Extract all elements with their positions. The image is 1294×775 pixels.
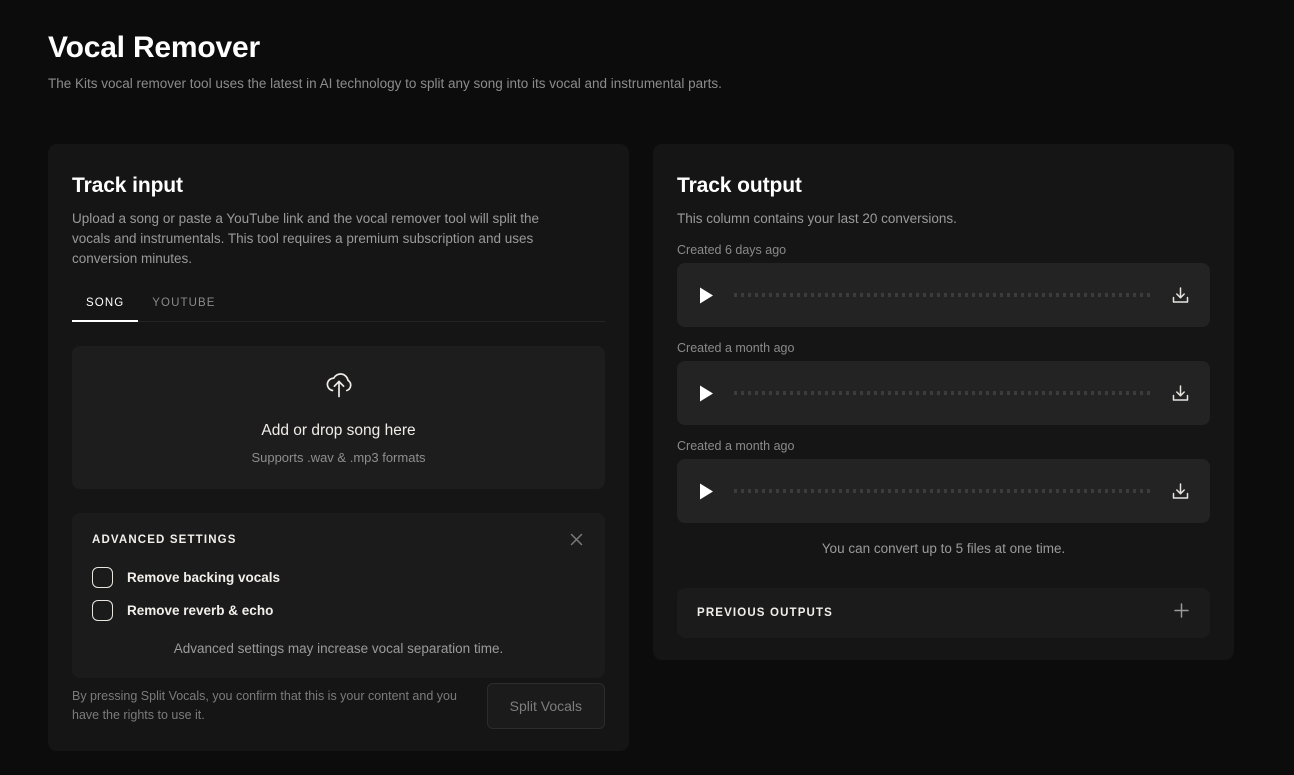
track-input-title: Track input [72, 174, 183, 197]
download-icon[interactable] [1169, 284, 1192, 307]
output-item: Created 6 days ago [677, 243, 1210, 327]
advanced-settings-title: ADVANCED SETTINGS [92, 533, 237, 546]
output-item: Created a month ago [677, 439, 1210, 523]
option-remove-reverb-echo[interactable]: Remove reverb & echo [92, 600, 585, 621]
track-output-description: This column contains your last 20 conver… [677, 211, 957, 226]
page-subtitle: The Kits vocal remover tool uses the lat… [48, 76, 722, 91]
split-vocals-button[interactable]: Split Vocals [486, 683, 605, 729]
advanced-settings-note: Advanced settings may increase vocal sep… [173, 641, 504, 656]
tab-youtube[interactable]: YOUTUBE [138, 291, 229, 322]
track-output-card: Track output This column contains your l… [653, 144, 1234, 660]
output-created-label: Created a month ago [677, 341, 795, 355]
checkbox-remove-backing-vocals[interactable] [92, 567, 113, 588]
tab-song[interactable]: SONG [72, 291, 139, 322]
play-icon[interactable] [699, 483, 714, 500]
checkbox-remove-reverb-echo[interactable] [92, 600, 113, 621]
track-input-tabs: SONG YOUTUBE [72, 291, 605, 322]
audio-player [677, 459, 1210, 523]
download-icon[interactable] [1169, 480, 1192, 503]
output-created-label: Created a month ago [677, 439, 795, 453]
audio-player [677, 361, 1210, 425]
cloud-upload-icon [322, 371, 356, 406]
page-header: Vocal Remover The Kits vocal remover too… [48, 28, 722, 94]
page-title: Vocal Remover [48, 31, 260, 64]
song-dropzone[interactable]: Add or drop song here Supports .wav & .m… [72, 346, 605, 489]
plus-icon [1173, 602, 1190, 624]
track-input-description: Upload a song or paste a YouTube link an… [72, 211, 540, 266]
output-list: Created 6 days ago Created a month ago C… [677, 243, 1210, 523]
vocal-remover-page: Vocal Remover The Kits vocal remover too… [0, 0, 1294, 775]
option-remove-backing-vocals[interactable]: Remove backing vocals [92, 567, 585, 588]
terms-text: By pressing Split Vocals, you confirm th… [72, 689, 457, 722]
track-input-footer: By pressing Split Vocals, you confirm th… [72, 683, 605, 729]
track-output-title: Track output [677, 174, 802, 197]
advanced-settings-panel: ADVANCED SETTINGS Remove backing vocals [72, 513, 605, 678]
output-item: Created a month ago [677, 341, 1210, 425]
waveform-track[interactable] [734, 489, 1153, 493]
advanced-settings-options: Remove backing vocals Remove reverb & ec… [92, 567, 585, 621]
dropzone-subtitle: Supports .wav & .mp3 formats [251, 449, 426, 465]
waveform-track[interactable] [734, 293, 1153, 297]
waveform-track[interactable] [734, 391, 1153, 395]
previous-outputs-section[interactable]: PREVIOUS OUTPUTS [677, 588, 1210, 638]
audio-player [677, 263, 1210, 327]
conversion-limit-note: You can convert up to 5 files at one tim… [821, 541, 1066, 556]
option-label: Remove reverb & echo [127, 603, 274, 618]
output-created-label: Created 6 days ago [677, 243, 787, 257]
play-icon[interactable] [699, 385, 714, 402]
track-input-card: Track input Upload a song or paste a You… [48, 144, 629, 751]
columns-container: Track input Upload a song or paste a You… [48, 144, 1246, 751]
dropzone-title: Add or drop song here [261, 421, 416, 439]
previous-outputs-label: PREVIOUS OUTPUTS [697, 607, 833, 619]
close-icon[interactable] [568, 531, 585, 548]
advanced-settings-header: ADVANCED SETTINGS [92, 531, 585, 548]
download-icon[interactable] [1169, 382, 1192, 405]
play-icon[interactable] [699, 287, 714, 304]
option-label: Remove backing vocals [127, 570, 281, 585]
